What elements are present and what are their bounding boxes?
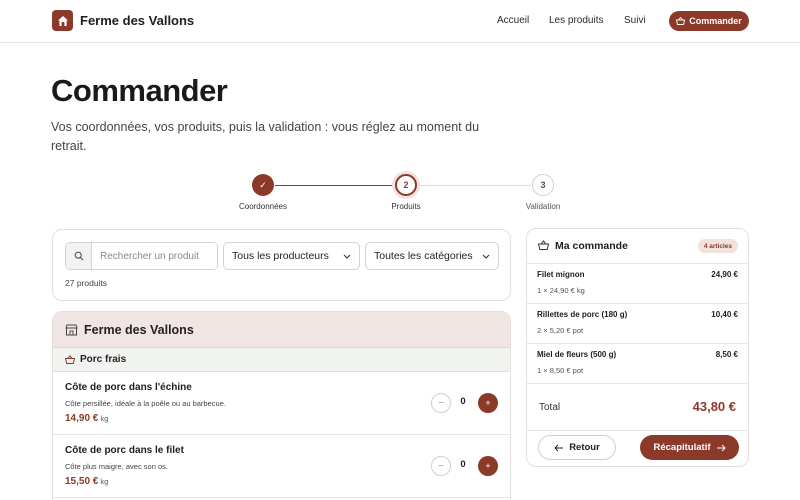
category-select[interactable]: Toutes les catégories — [365, 242, 499, 270]
order-line: Miel de fleurs (500 g) 8,50 € 1 × 8,50 €… — [527, 344, 748, 384]
product-unit: kg — [100, 414, 109, 423]
search-input[interactable] — [92, 243, 217, 269]
product-row: Côte de porc dans l'échine Côte persillé… — [53, 372, 510, 435]
quantity-value: 0 — [460, 459, 466, 470]
total-value: 43,80 € — [692, 399, 736, 414]
order-line-price: 24,90 € — [711, 270, 738, 279]
category-select-value: Toutes les catégories — [374, 250, 473, 262]
order-line: Filet mignon 24,90 € 1 × 24,90 € kg — [527, 264, 748, 304]
arrow-right-icon — [716, 444, 726, 451]
basket-icon — [538, 240, 549, 250]
producer-select[interactable]: Tous les producteurs — [223, 242, 360, 270]
step-3-circle: 3 — [532, 174, 554, 196]
items-count-badge: 4 articles — [697, 239, 738, 253]
order-header: Ma commande 4 articles — [527, 229, 748, 264]
nav-link-produits[interactable]: Les produits — [549, 15, 603, 26]
search-box — [65, 242, 218, 270]
back-button[interactable]: Retour — [538, 435, 616, 460]
order-line-name: Miel de fleurs (500 g) — [537, 350, 617, 359]
producer-name: Ferme des Vallons — [84, 322, 194, 337]
order-line-price: 8,50 € — [715, 350, 738, 359]
product-price: 15,50 € kg — [65, 476, 109, 487]
store-icon — [65, 324, 78, 335]
category-header: Porc frais — [53, 348, 510, 372]
total-label: Total — [539, 402, 561, 413]
brand-name[interactable]: Ferme des Vallons — [80, 13, 194, 28]
product-row: Côte de porc dans le filet Côte plus mai… — [53, 435, 510, 498]
plus-icon[interactable]: + — [478, 456, 498, 476]
step-2-circle[interactable]: 2 — [395, 174, 417, 196]
order-line-name: Rillettes de porc (180 g) — [537, 310, 628, 319]
commander-button[interactable]: Commander — [669, 11, 749, 31]
step-1-label: Coordonnées — [238, 202, 288, 211]
stepper-line-todo — [418, 185, 531, 186]
product-description: Côte persillée, idéale à la poêle ou au … — [65, 399, 226, 408]
summary-button[interactable]: Récapitulatif — [640, 435, 739, 460]
stepper-line-done — [275, 185, 394, 186]
order-line-detail: 2 × 5,20 € pot — [537, 326, 584, 335]
search-icon — [66, 243, 92, 269]
nav-link-accueil[interactable]: Accueil — [497, 15, 529, 26]
house-icon[interactable] — [52, 10, 73, 31]
total-row: Total 43,80 € — [527, 386, 748, 431]
page-title: Commander — [51, 73, 228, 108]
order-line-name: Filet mignon — [537, 270, 585, 279]
site-header: Ferme des Vallons Accueil Les produits S… — [0, 0, 800, 43]
category-name: Porc frais — [80, 354, 127, 365]
commander-button-label: Commander — [689, 16, 742, 26]
producer-select-value: Tous les producteurs — [232, 250, 329, 262]
product-price: 14,90 € kg — [65, 413, 109, 424]
basket-icon — [676, 17, 686, 25]
product-count: 27 produits — [65, 278, 108, 288]
minus-icon[interactable]: − — [431, 456, 451, 476]
summary-button-label: Récapitulatif — [653, 442, 711, 453]
order-line-detail: 1 × 8,50 € pot — [537, 366, 584, 375]
arrow-left-icon — [554, 444, 564, 451]
producer-header: Ferme des Vallons — [53, 312, 510, 348]
order-line-detail: 1 × 24,90 € kg — [537, 286, 585, 295]
page-subtitle: Vos coordonnées, vos produits, puis la v… — [51, 120, 480, 153]
filter-card: Tous les producteurs Toutes les catégori… — [52, 229, 511, 301]
plus-icon[interactable]: + — [478, 393, 498, 413]
product-name: Côte de porc dans le filet — [65, 445, 184, 456]
basket-icon — [65, 355, 75, 364]
order-summary: Ma commande 4 articles Filet mignon 24,9… — [526, 228, 749, 467]
minus-icon[interactable]: − — [431, 393, 451, 413]
nav-link-suivi[interactable]: Suivi — [624, 15, 646, 26]
step-3-label: Validation — [525, 202, 561, 211]
quantity-value: 0 — [460, 396, 466, 407]
chevron-down-icon — [482, 254, 490, 259]
product-name: Côte de porc dans l'échine — [65, 382, 192, 393]
producer-section: Ferme des Vallons Porc frais Côte de por… — [52, 311, 511, 500]
chevron-down-icon — [343, 254, 351, 259]
order-title: Ma commande — [555, 240, 628, 252]
step-1-check-icon[interactable]: ✓ — [252, 174, 274, 196]
back-button-label: Retour — [569, 442, 600, 453]
product-description: Côte plus maigre, avec son os. — [65, 462, 168, 471]
product-unit: kg — [100, 477, 109, 486]
order-line-price: 10,40 € — [711, 310, 738, 319]
step-2-label: Produits — [391, 202, 421, 211]
order-line: Rillettes de porc (180 g) 10,40 € 2 × 5,… — [527, 304, 748, 344]
